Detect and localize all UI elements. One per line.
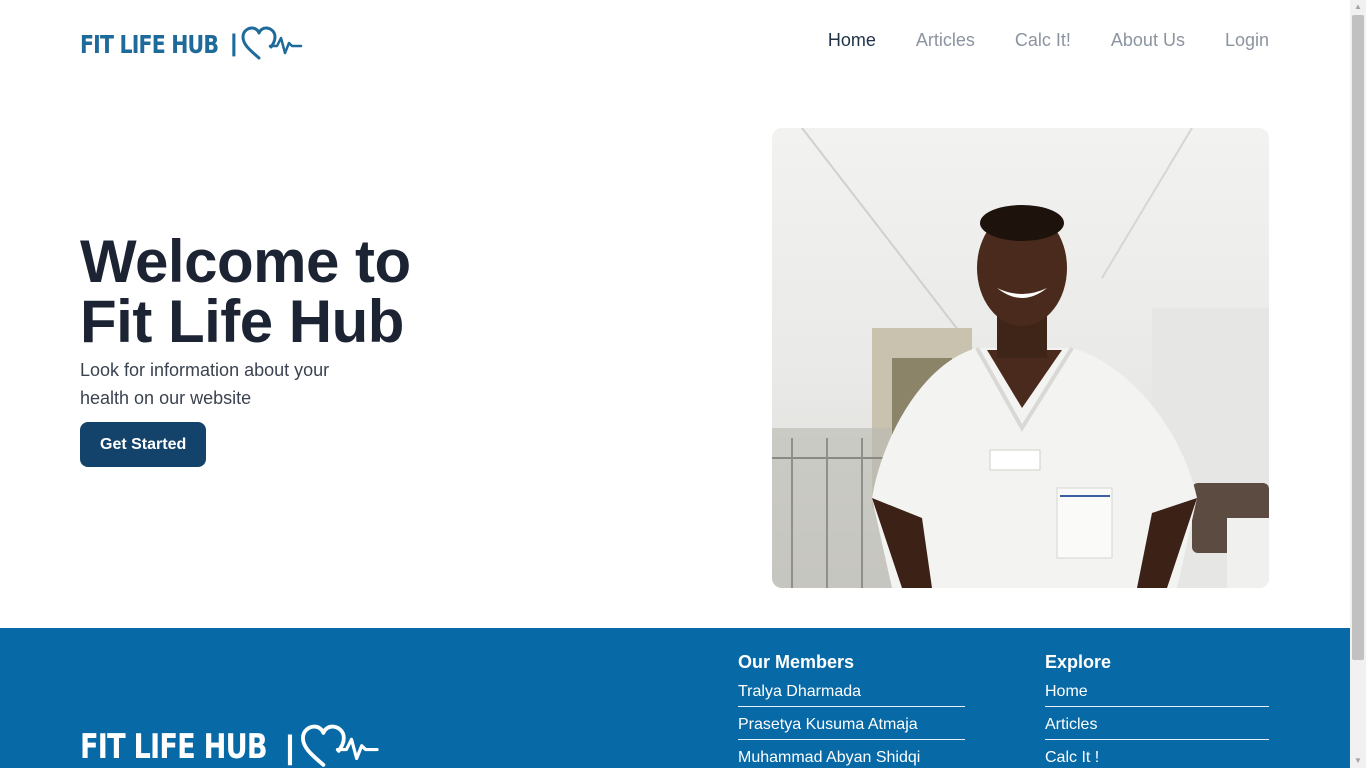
site-logo[interactable]: FIT LIFE HUB | bbox=[80, 24, 303, 64]
main-nav: Home Articles Calc It! About Us Login bbox=[828, 30, 1269, 51]
footer-logo-separator: | bbox=[285, 728, 295, 765]
nav-home[interactable]: Home bbox=[828, 30, 876, 51]
get-started-button[interactable]: Get Started bbox=[80, 422, 207, 467]
footer-logo[interactable]: FIT LIFE HUB | bbox=[80, 724, 382, 768]
scroll-up-arrow-icon[interactable]: ▲ bbox=[1350, 0, 1366, 14]
site-header: FIT LIFE HUB | Home Articles Calc It! Ab… bbox=[0, 0, 1350, 88]
scroll-down-arrow-icon[interactable]: ▼ bbox=[1350, 754, 1366, 768]
nurse-photo-illustration bbox=[772, 128, 1269, 588]
hero-image bbox=[772, 128, 1269, 588]
nav-articles[interactable]: Articles bbox=[916, 30, 975, 51]
hero-title-line-1: Welcome to bbox=[80, 228, 411, 295]
footer-explore-articles[interactable]: Articles bbox=[1045, 716, 1269, 740]
logo-separator: | bbox=[230, 30, 238, 57]
footer-members-heading: Our Members bbox=[738, 652, 855, 672]
footer-member-link[interactable]: Tralya Dharmada bbox=[738, 683, 965, 707]
footer-explore-home[interactable]: Home bbox=[1045, 683, 1269, 707]
site-footer: FIT LIFE HUB | Our Members Tralya Dharma… bbox=[0, 628, 1350, 768]
nav-login[interactable]: Login bbox=[1225, 30, 1269, 51]
nav-calc-it[interactable]: Calc It! bbox=[1015, 30, 1071, 51]
nav-about-us[interactable]: About Us bbox=[1111, 30, 1185, 51]
footer-members-column: Our Members Tralya Dharmada Prasetya Kus… bbox=[738, 652, 965, 768]
page: FIT LIFE HUB | Home Articles Calc It! Ab… bbox=[0, 0, 1350, 768]
hero-title-line-2: Fit Life Hub bbox=[80, 288, 404, 355]
footer-logo-text: FIT LIFE HUB bbox=[80, 727, 268, 767]
logo-text: FIT LIFE HUB bbox=[80, 29, 219, 59]
vertical-scrollbar[interactable]: ▲ ▼ bbox=[1350, 0, 1366, 768]
footer-member-link[interactable]: Muhammad Abyan Shidqi bbox=[738, 749, 965, 768]
heart-pulse-icon bbox=[301, 724, 380, 767]
footer-member-link[interactable]: Prasetya Kusuma Atmaja bbox=[738, 716, 965, 740]
footer-explore-column: Explore Home Articles Calc It ! bbox=[1045, 652, 1269, 768]
scrollbar-thumb[interactable] bbox=[1352, 15, 1364, 660]
heart-pulse-icon bbox=[241, 26, 303, 60]
hero-title: Welcome to Fit Life Hub bbox=[80, 232, 520, 352]
hero-subtitle: Look for information about your health o… bbox=[80, 360, 330, 408]
footer-explore-calc-it[interactable]: Calc It ! bbox=[1045, 749, 1269, 768]
hero-section: Welcome to Fit Life Hub Look for informa… bbox=[80, 232, 520, 467]
footer-explore-heading: Explore bbox=[1045, 652, 1112, 672]
